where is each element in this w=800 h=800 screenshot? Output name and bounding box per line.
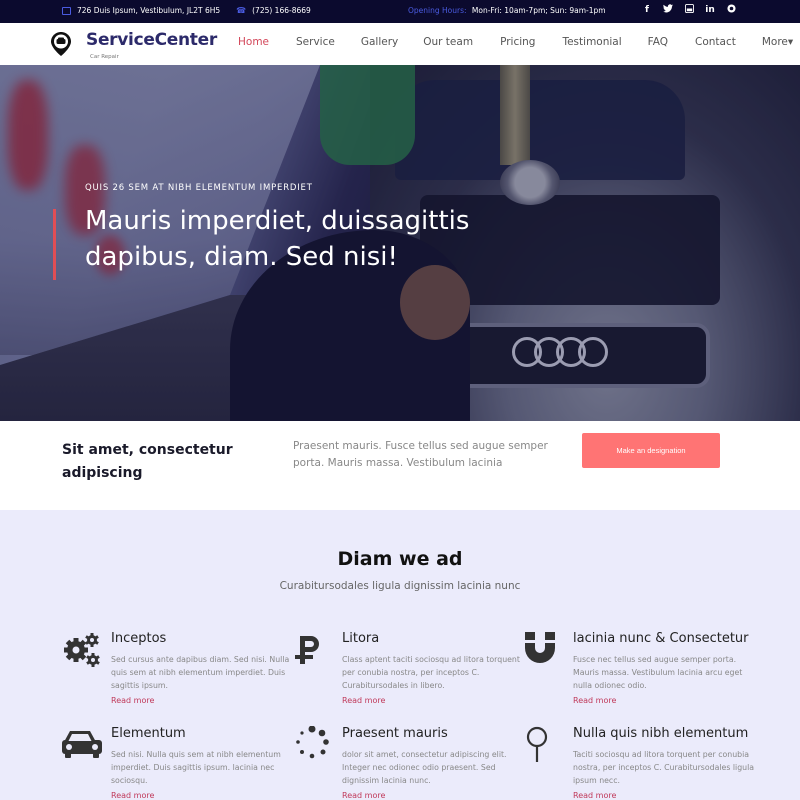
read-more-link[interactable]: Read more <box>342 696 385 705</box>
hero-accent-bar <box>53 209 56 280</box>
magnet-icon <box>525 632 555 663</box>
spinner-icon <box>296 726 329 759</box>
linkedin-icon[interactable]: in <box>705 5 715 15</box>
main-nav: Home Service Gallery Our team Pricing Te… <box>238 36 793 48</box>
nav-more-dropdown[interactable]: More▾ <box>762 36 793 48</box>
read-more-link[interactable]: Read more <box>342 791 385 800</box>
feature-title: Litora <box>342 631 380 646</box>
hero-banner: QUIS 26 SEM AT NIBH ELEMENTUM IMPERDIET … <box>0 65 800 421</box>
features-heading: Diam we ad <box>337 548 463 570</box>
hours-value: Mon-Fri: 10am-7pm; Sun: 9am-1pm <box>471 6 606 15</box>
read-more-link[interactable]: Read more <box>111 696 154 705</box>
hero-kicker: QUIS 26 SEM AT NIBH ELEMENTUM IMPERDIET <box>85 183 313 193</box>
features-subheading: Curabitursodales ligula dignissim lacini… <box>279 580 521 592</box>
nav-service[interactable]: Service <box>296 36 335 48</box>
brand-tagline: Car Repair <box>90 54 119 60</box>
cta-description: Praesent mauris. Fusce tellus sed augue … <box>293 440 548 469</box>
youtube-icon[interactable] <box>684 3 694 16</box>
car-icon <box>62 731 102 758</box>
nav-pricing[interactable]: Pricing <box>500 36 535 48</box>
feature-title: Elementum <box>111 726 186 741</box>
nav-contact[interactable]: Contact <box>695 36 736 48</box>
feature-text: Fusce nec tellus sed augue semper porta.… <box>573 655 743 690</box>
read-more-link[interactable]: Read more <box>573 696 616 705</box>
nav-our-team[interactable]: Our team <box>423 36 473 48</box>
read-more-link[interactable]: Read more <box>573 791 616 800</box>
main-header: ServiceCenter Car Repair Home Service Ga… <box>0 23 800 65</box>
gears-icon <box>64 633 100 667</box>
nav-home[interactable]: Home <box>238 36 269 48</box>
feature-title: Inceptos <box>111 631 167 646</box>
hero-headline: Mauris imperdiet, duissagittis dapibus, … <box>85 206 470 272</box>
cta-title: Sit amet, consectetur adipiscing <box>62 442 233 481</box>
map-icon <box>62 6 71 15</box>
feature-text: Class aptent taciti sociosqu ad litora t… <box>342 655 520 690</box>
features-section: Diam we ad Curabitursodales ligula digni… <box>0 510 800 800</box>
feature-text: Sed nisi. Nulla quis sem at nibh element… <box>111 750 281 785</box>
hours-label: Opening Hours: <box>408 6 467 15</box>
phone-icon: ☎ <box>236 6 247 15</box>
contact-info: 726 Duis Ipsum, Vestibulum, JL2T 6H5 ☎ (… <box>62 6 311 15</box>
pin-icon <box>526 726 548 762</box>
ruble-icon <box>295 636 319 664</box>
opening-hours: Opening Hours: Mon-Fri: 10am-7pm; Sun: 9… <box>408 6 606 15</box>
google-plus-icon[interactable] <box>726 4 736 16</box>
logo-pin-icon[interactable] <box>50 31 72 57</box>
feature-text: Taciti sociosqu ad litora torquent per c… <box>573 750 755 785</box>
feature-text: dolor sit amet, consectetur adipiscing e… <box>342 750 507 785</box>
twitter-icon[interactable] <box>663 4 673 16</box>
cta-strip: Sit amet, consectetur adipiscing Praesen… <box>0 421 800 510</box>
feature-title: Nulla quis nibh elementum <box>573 726 749 741</box>
feature-text: Sed cursus ante dapibus diam. Sed nisi. … <box>111 655 290 690</box>
top-bar: 726 Duis Ipsum, Vestibulum, JL2T 6H5 ☎ (… <box>0 0 800 23</box>
address-text: 726 Duis Ipsum, Vestibulum, JL2T 6H5 <box>77 6 221 15</box>
feature-title: lacinia nunc & Consectetur <box>573 631 749 646</box>
nav-gallery[interactable]: Gallery <box>361 36 398 48</box>
brand-name[interactable]: ServiceCenter <box>86 30 217 50</box>
read-more-link[interactable]: Read more <box>111 791 154 800</box>
nav-testimonial[interactable]: Testimonial <box>562 36 621 48</box>
nav-faq[interactable]: FAQ <box>648 36 668 48</box>
facebook-icon[interactable]: f <box>642 5 652 15</box>
feature-title: Praesent mauris <box>342 726 448 741</box>
make-designation-button[interactable]: Make an designation <box>582 433 720 468</box>
social-links: f in <box>642 3 736 16</box>
phone-text[interactable]: (725) 166-8669 <box>252 6 311 15</box>
